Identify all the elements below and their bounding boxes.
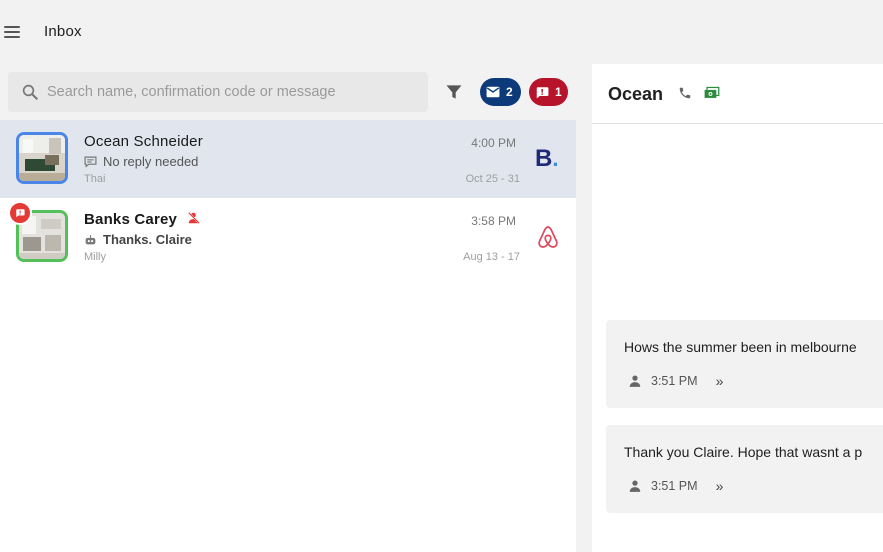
message-time: 4:00 PM bbox=[471, 136, 516, 150]
unread-messages-filter-button[interactable]: 2 bbox=[480, 78, 521, 106]
message-meta: 3:51 PM » bbox=[628, 478, 723, 494]
conversation-list-pane: 2 1 Ocean Schneider No reply needed Thai… bbox=[0, 64, 576, 552]
stay-dates: Aug 13 - 17 bbox=[463, 251, 520, 263]
stay-dates: Oct 25 - 31 bbox=[465, 173, 520, 185]
phone-icon[interactable] bbox=[678, 86, 692, 100]
booking-com-logo-icon: B. bbox=[535, 145, 559, 172]
page-title: Inbox bbox=[44, 23, 82, 40]
conversation-item[interactable]: Ocean Schneider No reply needed Thai 4:0… bbox=[0, 120, 576, 198]
status-text: Thanks. Claire bbox=[103, 232, 192, 247]
hamburger-menu-icon[interactable] bbox=[3, 22, 21, 42]
pane-divider bbox=[576, 64, 592, 552]
bot-icon bbox=[85, 234, 96, 244]
message-time: 3:58 PM bbox=[471, 214, 516, 228]
double-chevron-right-icon[interactable]: » bbox=[716, 373, 724, 389]
guest-name: Banks Carey bbox=[84, 211, 201, 228]
search-icon bbox=[22, 84, 38, 100]
double-chevron-right-icon[interactable]: » bbox=[716, 478, 724, 494]
message-text: Thank you Claire. Hope that wasnt a p bbox=[624, 444, 863, 460]
chat-alert-icon bbox=[536, 86, 549, 98]
message-bubble: Thank you Claire. Hope that wasnt a p 3:… bbox=[606, 425, 883, 513]
message-bubble: Hows the summer been in melbourne 3:51 P… bbox=[606, 320, 883, 408]
message-time: 3:51 PM bbox=[651, 374, 698, 388]
message-meta: 3:51 PM » bbox=[628, 373, 723, 389]
chat-messages: Hows the summer been in melbourne 3:51 P… bbox=[592, 125, 883, 552]
status-text: No reply needed bbox=[103, 154, 199, 169]
search-box[interactable] bbox=[8, 72, 428, 112]
message-text: Hows the summer been in melbourne bbox=[624, 339, 857, 355]
search-toolbar: 2 1 bbox=[0, 64, 576, 120]
conversation-status: No reply needed bbox=[84, 154, 198, 169]
person-icon bbox=[629, 375, 641, 387]
filter-icon[interactable] bbox=[444, 82, 464, 102]
unread-count: 2 bbox=[506, 85, 513, 99]
chat-pane: Ocean Hows the summer been in melbourne … bbox=[592, 64, 883, 552]
airbnb-logo-icon bbox=[538, 226, 558, 248]
no-automation-person-icon bbox=[188, 211, 201, 225]
top-bar: Inbox bbox=[0, 0, 883, 64]
mail-icon bbox=[486, 86, 500, 98]
alert-count: 1 bbox=[555, 85, 562, 99]
guest-name: Ocean Schneider bbox=[84, 133, 203, 150]
alert-badge-icon bbox=[8, 201, 32, 225]
chat-header: Ocean bbox=[592, 64, 883, 124]
alerts-filter-button[interactable]: 1 bbox=[529, 78, 568, 106]
listing-name: Milly bbox=[84, 251, 106, 263]
message-time: 3:51 PM bbox=[651, 479, 698, 493]
chat-title: Ocean bbox=[608, 84, 664, 104]
listing-name: Thai bbox=[84, 173, 106, 185]
person-icon bbox=[629, 480, 641, 492]
payment-icon[interactable] bbox=[704, 86, 720, 100]
conversation-item[interactable]: Banks Carey Thanks. Claire Milly 3:58 PM… bbox=[0, 198, 576, 276]
listing-thumbnail bbox=[16, 132, 68, 184]
no-reply-icon bbox=[84, 156, 97, 168]
conversation-status: Thanks. Claire bbox=[84, 232, 192, 247]
search-input[interactable] bbox=[47, 78, 417, 106]
